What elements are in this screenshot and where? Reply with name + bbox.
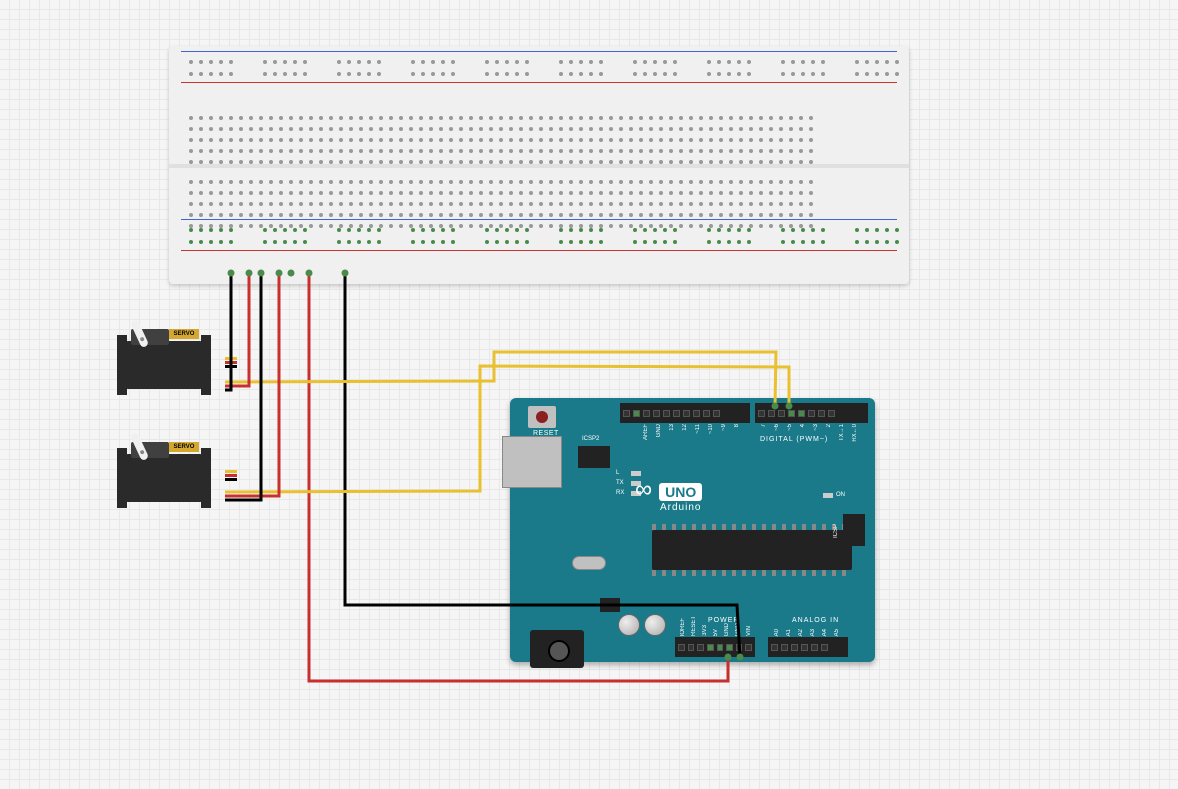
crystal [572, 556, 606, 570]
arduino-uno[interactable]: RESET ICSP2 L TX RX ∞ UNO Arduino ON DIG… [510, 398, 875, 662]
atmega-chip [652, 530, 852, 570]
connection-point [276, 270, 283, 277]
breadboard-rail-bot-neg [189, 222, 889, 248]
icsp2-header [578, 446, 610, 468]
power-header[interactable] [675, 637, 755, 657]
connection-point [306, 270, 313, 277]
icsp-label: ICSP [833, 524, 839, 538]
connection-point [228, 270, 235, 277]
servo-body [125, 454, 203, 502]
breadboard-rail-top-neg [189, 54, 889, 80]
arduino-brand: Arduino [660, 502, 701, 513]
wire-vcc-2 [225, 273, 279, 496]
connection-point [725, 654, 732, 661]
wire-gnd-1 [225, 273, 231, 390]
barrel-jack [530, 630, 584, 668]
analog-header[interactable] [768, 637, 848, 657]
reset-button[interactable] [528, 406, 556, 428]
connection-point [288, 270, 295, 277]
usb-port [502, 436, 562, 488]
connection-point [737, 654, 744, 661]
servo-body [125, 341, 203, 389]
servo-1[interactable]: SERVO [125, 323, 225, 393]
rail-holes [189, 58, 889, 76]
wire-gnd-2 [225, 273, 261, 500]
on-led: ON [823, 492, 845, 498]
servo-label: SERVO [169, 442, 199, 452]
capacitor [644, 614, 666, 636]
breadboard-terminal-top [189, 114, 889, 164]
pin-labels-top: AREFGND1312~11~10~987~6~54~32TX→1RX←0 [623, 424, 871, 442]
breadboard[interactable] [169, 46, 909, 284]
breadboard-terminal-bottom [189, 178, 889, 228]
arduino-logo: ∞ UNO [635, 476, 702, 504]
connection-point [786, 403, 793, 410]
servo-wire-stub [225, 357, 237, 368]
wire-vcc-1 [225, 273, 249, 386]
connection-point [772, 403, 779, 410]
small-header [600, 598, 620, 612]
reset-label: RESET [533, 430, 559, 437]
servo-2[interactable]: SERVO [125, 436, 225, 506]
icsp-header [843, 514, 865, 546]
pin-labels-bottom: IOREFRESET3V35VGNDGNDVINA0A1A2A3A4A5 [678, 618, 850, 636]
diagram-canvas[interactable]: SERVO SERVO RESET ICSP2 L TX RX ∞ UNO Ar… [0, 0, 1178, 789]
capacitor [618, 614, 640, 636]
breadboard-center-divider [169, 164, 909, 168]
connection-point [258, 270, 265, 277]
servo-wire-stub [225, 470, 237, 481]
connection-point [246, 270, 253, 277]
digital-header-1[interactable] [620, 403, 750, 423]
connection-point [342, 270, 349, 277]
icsp2-label: ICSP2 [582, 436, 599, 442]
servo-label: SERVO [169, 329, 199, 339]
